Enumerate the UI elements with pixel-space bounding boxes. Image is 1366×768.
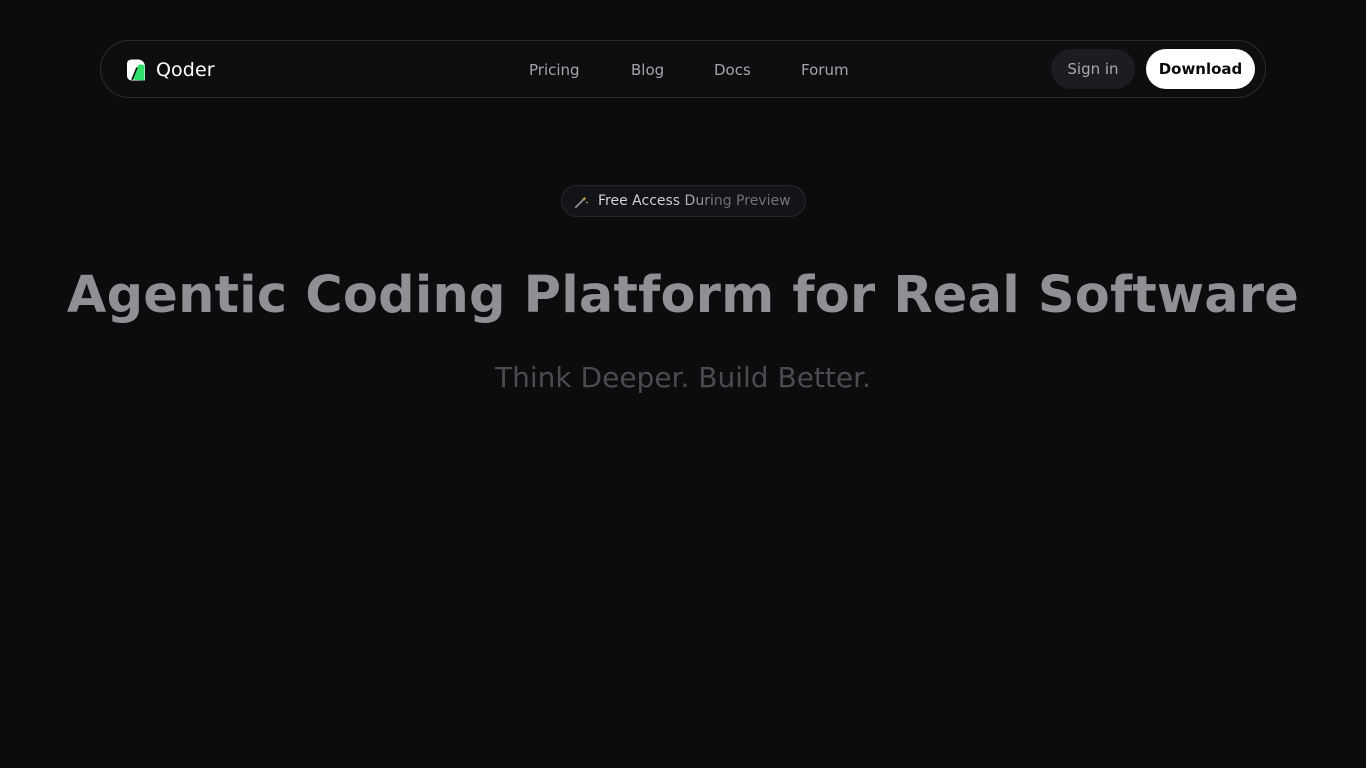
preview-badge[interactable]: Free Access During Preview xyxy=(561,185,806,217)
nav-link-blog[interactable]: Blog xyxy=(631,60,664,80)
hero-subheadline: Think Deeper. Build Better. xyxy=(495,361,871,394)
badge-text: Free Access During Preview xyxy=(598,193,791,209)
magic-wand-icon xyxy=(574,195,588,208)
top-navigation-bar: Qoder Pricing Blog Docs Forum Sign in Do… xyxy=(100,40,1266,98)
nav-link-docs[interactable]: Docs xyxy=(714,60,751,80)
hero-headline: Agentic Coding Platform for Real Softwar… xyxy=(66,266,1300,325)
nav-link-pricing[interactable]: Pricing xyxy=(529,60,580,80)
download-button[interactable]: Download xyxy=(1146,49,1255,89)
nav-link-forum[interactable]: Forum xyxy=(801,60,849,80)
sign-in-button[interactable]: Sign in xyxy=(1051,49,1135,89)
